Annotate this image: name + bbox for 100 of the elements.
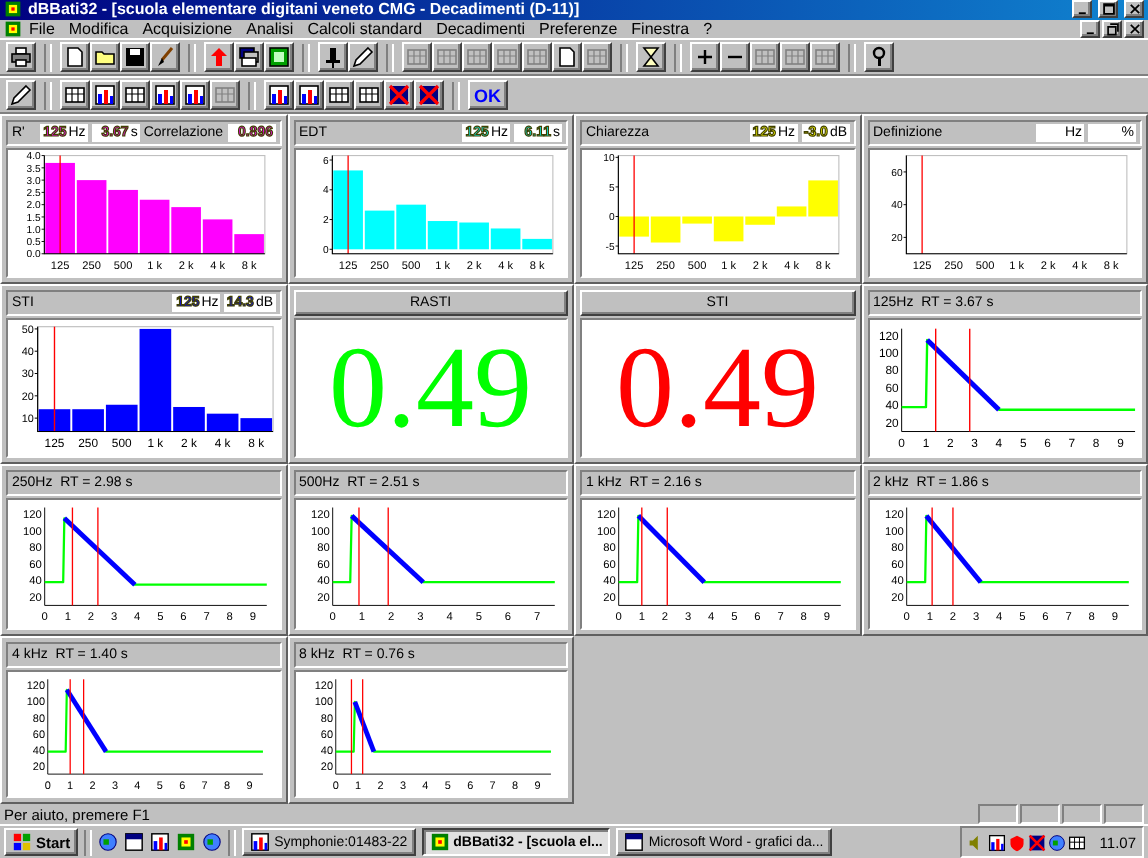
- cross-icon: [418, 84, 440, 106]
- marker-line: [361, 678, 363, 775]
- marker-line: [641, 506, 643, 607]
- chart-icon: [154, 84, 176, 106]
- table-icon: [328, 84, 350, 106]
- app-icon[interactable]: [176, 832, 197, 852]
- pin-icon: [322, 46, 344, 68]
- menu-item[interactable]: File: [22, 19, 62, 38]
- toolbar-button[interactable]: [810, 42, 840, 72]
- globe-icon[interactable]: [1047, 833, 1066, 851]
- app-icon: [4, 19, 22, 38]
- toolbar-button[interactable]: [690, 42, 720, 72]
- chart-icon: [184, 84, 206, 106]
- marker-line: [951, 506, 953, 607]
- toolbar-button[interactable]: [90, 42, 120, 72]
- menu-item[interactable]: ?: [696, 19, 720, 38]
- table-icon: [586, 46, 608, 68]
- toolbar-button[interactable]: [354, 80, 384, 110]
- toolbar-button[interactable]: [864, 42, 894, 72]
- cross-icon: [388, 84, 410, 106]
- index-value: 0.49: [616, 330, 819, 446]
- toolbar-button[interactable]: [720, 42, 750, 72]
- chart-bar: [619, 216, 649, 237]
- menu-item[interactable]: Acquisizione: [135, 19, 240, 38]
- toolbar-button[interactable]: [204, 42, 234, 72]
- toolbar-button[interactable]: [264, 80, 294, 110]
- toolbar-button[interactable]: [180, 80, 210, 110]
- toolbar-button[interactable]: [210, 80, 240, 110]
- toolbar-button[interactable]: [348, 42, 378, 72]
- menu-item[interactable]: Decadimenti: [429, 19, 533, 38]
- close-button[interactable]: [1124, 0, 1144, 19]
- toolbar-button[interactable]: [432, 42, 462, 72]
- page-icon: [556, 46, 578, 68]
- toolbar-button[interactable]: [120, 80, 150, 110]
- toolbar-button[interactable]: [522, 42, 552, 72]
- marker-line: [69, 678, 71, 775]
- toolbar-button[interactable]: [324, 80, 354, 110]
- marker-line: [386, 506, 388, 607]
- toolbar-button[interactable]: [264, 42, 294, 72]
- chart-icon: [268, 84, 290, 106]
- toolbar-button[interactable]: [294, 80, 324, 110]
- toolbar-button[interactable]: [318, 42, 348, 72]
- toolbar-button[interactable]: [6, 42, 36, 72]
- table-icon: [784, 46, 806, 68]
- table-icon: [358, 84, 380, 106]
- menu-item[interactable]: Analisi: [239, 19, 301, 38]
- app-icon: [4, 0, 22, 19]
- chart-icon[interactable]: [987, 833, 1006, 851]
- toolbar-button[interactable]: [750, 42, 780, 72]
- windows-logo-icon: [12, 832, 32, 852]
- table-icon: [124, 84, 146, 106]
- table-icon: [526, 46, 548, 68]
- menu-item[interactable]: Modifica: [61, 19, 136, 38]
- arrow-icon: [208, 46, 230, 68]
- toolbar-button[interactable]: [90, 80, 120, 110]
- globe-icon[interactable]: [98, 832, 119, 852]
- chart-bar: [171, 207, 201, 254]
- hourglass-icon: [640, 46, 662, 68]
- menu-item[interactable]: Preferenze: [532, 19, 625, 38]
- menu-item[interactable]: Finestra: [624, 19, 697, 38]
- table-icon: [436, 46, 458, 68]
- toolbar-button[interactable]: [150, 42, 180, 72]
- table-icon: [406, 46, 428, 68]
- stack-icon: [238, 46, 260, 68]
- toolbar-button[interactable]: [150, 80, 180, 110]
- marker-line: [71, 506, 74, 607]
- marker-line: [53, 326, 56, 433]
- toolbar-button[interactable]: [582, 42, 612, 72]
- marker-line: [920, 154, 922, 255]
- toolbar-button[interactable]: [492, 42, 522, 72]
- cross-icon[interactable]: [1027, 833, 1046, 851]
- menu-item[interactable]: Calcoli standard: [300, 19, 430, 38]
- marker-line: [83, 678, 85, 775]
- toolbar-button[interactable]: [780, 42, 810, 72]
- toolbar-button[interactable]: [234, 42, 264, 72]
- chart-icon[interactable]: [150, 832, 171, 852]
- toolbar-button[interactable]: [552, 42, 582, 72]
- toolbar-button[interactable]: [402, 42, 432, 72]
- toolbar-button[interactable]: [60, 80, 90, 110]
- toolbar-button[interactable]: [384, 80, 414, 110]
- chart-bar: [38, 409, 71, 432]
- toolbar-button[interactable]: [636, 42, 666, 72]
- globe-icon[interactable]: [202, 832, 223, 852]
- chart-bar: [206, 413, 239, 432]
- minimize-button[interactable]: [1072, 0, 1092, 19]
- document-icon[interactable]: [124, 832, 145, 852]
- chart-bar: [72, 409, 104, 432]
- ok-button[interactable]: OK: [468, 80, 507, 110]
- toolbar-button[interactable]: [462, 42, 492, 72]
- square-icon: [268, 46, 290, 68]
- toolbar-button[interactable]: [414, 80, 444, 110]
- toolbar-button[interactable]: [60, 42, 90, 72]
- toolbar-button[interactable]: [6, 80, 36, 110]
- chart-bar: [76, 180, 107, 254]
- maximize-button[interactable]: [1098, 0, 1118, 19]
- table-icon: [214, 84, 236, 106]
- marker-line: [349, 678, 352, 775]
- marker-line: [633, 154, 635, 255]
- toolbar-button[interactable]: [120, 42, 150, 72]
- table-icon[interactable]: [1067, 833, 1086, 851]
